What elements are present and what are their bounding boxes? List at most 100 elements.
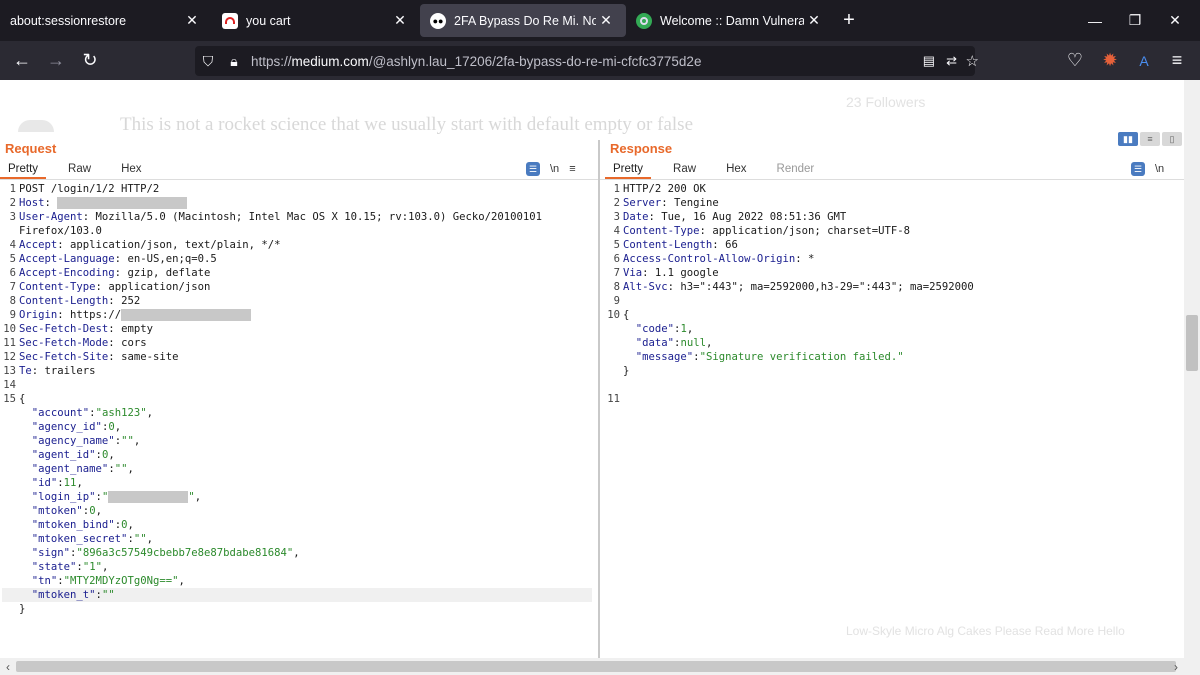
separator: , xyxy=(178,575,185,587)
code-line: 4 Accept: application/json, text/plain, *… xyxy=(2,238,592,252)
separator: , xyxy=(705,337,713,349)
side-by-side-icon[interactable]: ▮▮ xyxy=(1118,132,1138,146)
json-value: "" xyxy=(101,589,115,601)
newline-toggle[interactable]: \n xyxy=(550,163,559,175)
scroll-left-icon[interactable]: ‹ xyxy=(0,658,16,675)
json-value: "" xyxy=(121,435,134,447)
url-path: /@ashlyn.lau_17206/2fa-bypass-do-re-mi-c… xyxy=(368,53,702,69)
tab-dvwa[interactable]: Welcome :: Damn Vulnerable W ✕ xyxy=(626,0,834,41)
tab-render[interactable]: Render xyxy=(769,159,823,179)
tab-title: you cart xyxy=(246,13,291,28)
code-line: 13 Te: trailers xyxy=(2,364,592,378)
response-editor[interactable]: 1 HTTP/2 200 OK 2 Server: Tengine 3 Date: Tue… xyxy=(606,182,1176,406)
pocket-icon[interactable]: ♡ xyxy=(1058,46,1092,76)
line-number: 7 xyxy=(9,281,16,293)
line-text: Firefox/103.0 xyxy=(19,225,102,237)
forward-arrow-icon[interactable]: → xyxy=(39,46,73,76)
code-line: } xyxy=(606,364,1176,378)
tab-pretty[interactable]: Pretty xyxy=(0,159,47,179)
code-line: } xyxy=(2,602,592,616)
shield-icon[interactable]: ⛉ xyxy=(195,53,221,70)
request-view-tabs: Pretty Raw Hex xyxy=(0,159,150,179)
json-key: "login_ip" xyxy=(31,491,96,503)
code-line: 4 Content-Type: application/json; charset… xyxy=(606,224,1176,238)
code-line: 11 xyxy=(606,392,1176,406)
scroll-right-icon[interactable]: › xyxy=(1168,658,1184,675)
navigation-bar: ← → ↻ ⛉ 🔒︎ https://medium.com/@ashlyn.la… xyxy=(0,41,1200,80)
extension-fox-icon[interactable]: ✹ xyxy=(1093,46,1127,76)
line-number: 12 xyxy=(3,351,16,363)
close-window-button[interactable]: ✕ xyxy=(1152,0,1198,41)
lock-icon[interactable]: 🔒︎ xyxy=(221,53,247,70)
back-arrow-icon[interactable]: ← xyxy=(5,46,39,76)
translate-icon[interactable]: ⇄ xyxy=(946,53,957,69)
pane-divider[interactable] xyxy=(598,140,600,658)
json-line: "state":"1", xyxy=(2,560,592,574)
header-name: Via xyxy=(623,267,643,279)
tab-2fa-bypass[interactable]: ●● 2FA Bypass Do Re Mi. Not all 2F ✕ xyxy=(420,4,626,37)
json-key: "data" xyxy=(635,337,675,349)
tab-hex[interactable]: Hex xyxy=(113,159,149,179)
tab-session-restore[interactable]: about:sessionrestore ✕ xyxy=(0,0,212,41)
background-article-text: This is not a rocket science that we usu… xyxy=(120,114,693,135)
wrap-icon[interactable]: ☰ xyxy=(526,162,540,176)
single-view-icon[interactable]: ▯ xyxy=(1162,132,1182,146)
code-line: 5 Content-Length: 66 xyxy=(606,238,1176,252)
json-line: "message":"Signature verification failed… xyxy=(606,350,1176,364)
reader-view-icon[interactable]: ▤ xyxy=(923,53,935,69)
tab-raw[interactable]: Raw xyxy=(60,159,99,179)
menu-icon[interactable]: ≡ xyxy=(1160,46,1194,76)
header-value: Tue, 16 Aug 2022 08:51:36 GMT xyxy=(654,211,847,223)
header-value: gzip, deflate xyxy=(121,267,211,279)
bookmark-star-icon[interactable]: ☆ xyxy=(966,52,979,70)
separator: , xyxy=(101,561,109,573)
code-line: 1 POST /login/1/2 HTTP/2 xyxy=(2,182,592,196)
newline-toggle[interactable]: \n xyxy=(1155,163,1164,175)
url-bar[interactable]: ⛉ 🔒︎ https://medium.com/@ashlyn.lau_1720… xyxy=(195,46,979,76)
header-value: application/json; charset=UTF-8 xyxy=(705,225,911,237)
line-number: 5 xyxy=(613,239,620,251)
close-tab-icon[interactable]: ✕ xyxy=(182,12,202,29)
translate-extension-icon[interactable]: A xyxy=(1127,46,1161,76)
tab-you-cart[interactable]: you cart ✕ xyxy=(212,0,420,41)
url-text[interactable]: https://medium.com/@ashlyn.lau_17206/2fa… xyxy=(251,54,701,69)
separator: , xyxy=(114,421,122,433)
line-number: 4 xyxy=(9,239,16,251)
code-line: 11 Sec-Fetch-Mode: cors xyxy=(2,336,592,350)
header-name: Sec-Fetch-Site xyxy=(19,351,109,363)
line-number: 3 xyxy=(613,211,620,223)
response-tools: ☰ \n xyxy=(1131,162,1164,176)
close-tab-icon[interactable]: ✕ xyxy=(596,12,616,29)
vertical-scroll-thumb[interactable] xyxy=(1186,315,1198,371)
json-line: "mtoken_bind":0, xyxy=(2,518,592,532)
new-tab-button[interactable]: + xyxy=(834,9,864,32)
line-number: 3 xyxy=(9,211,16,223)
wrap-icon[interactable]: ☰ xyxy=(1131,162,1145,176)
redacted-block xyxy=(108,491,189,503)
request-tools: ☰ \n ≡ xyxy=(526,162,576,176)
line-text: HTTP/2 200 OK xyxy=(623,183,706,195)
avatar xyxy=(18,120,54,132)
tab-raw[interactable]: Raw xyxy=(665,159,704,179)
close-tab-icon[interactable]: ✕ xyxy=(804,12,824,29)
json-line: "agency_id":0, xyxy=(2,420,592,434)
request-menu-icon[interactable]: ≡ xyxy=(569,163,575,175)
tab-title: 2FA Bypass Do Re Mi. Not all 2F xyxy=(454,13,596,28)
tab-pretty[interactable]: Pretty xyxy=(605,159,652,179)
request-editor[interactable]: 1 POST /login/1/2 HTTP/2 2 Host: 3 User-Agen… xyxy=(2,182,592,616)
header-name: Server xyxy=(623,197,662,209)
layout-toggle[interactable]: ▮▮ ≡ ▯ xyxy=(1118,132,1182,146)
tab-hex[interactable]: Hex xyxy=(718,159,754,179)
close-tab-icon[interactable]: ✕ xyxy=(390,12,410,29)
reload-icon[interactable]: ↻ xyxy=(73,46,107,76)
json-value: 11 xyxy=(63,477,77,489)
stacked-icon[interactable]: ≡ xyxy=(1140,132,1160,146)
horizontal-scroll-thumb[interactable] xyxy=(16,661,1176,672)
